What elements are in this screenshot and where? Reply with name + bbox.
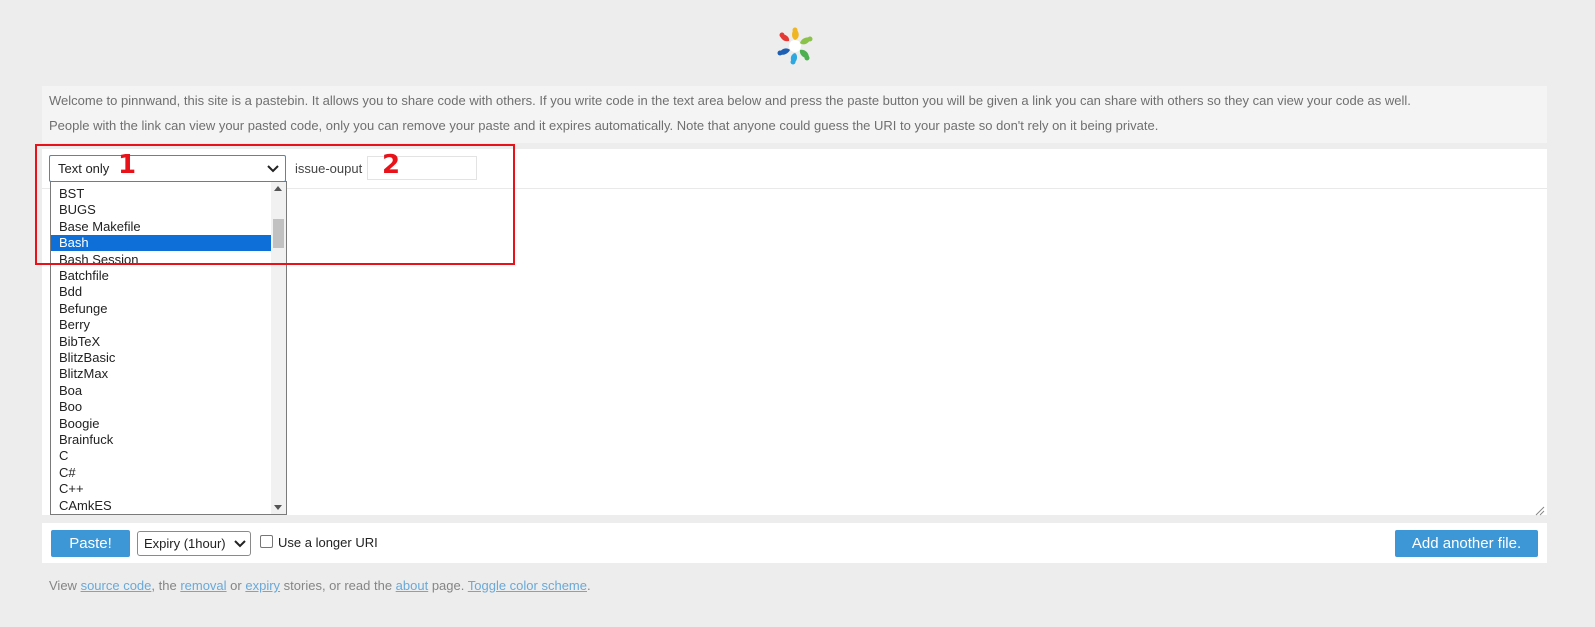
dropdown-option[interactable]: Boa: [51, 383, 271, 399]
language-dropdown-list[interactable]: BST BUGS Base Makefile Bash Bash Session Batc…: [50, 181, 287, 515]
language-select[interactable]: Text only: [49, 155, 286, 182]
longer-uri-checkbox[interactable]: [260, 535, 273, 548]
expiry-select[interactable]: Expiry (1hour): [137, 531, 251, 556]
dropdown-option[interactable]: Boogie: [51, 416, 271, 432]
dropdown-option[interactable]: Boo: [51, 399, 271, 415]
footer-text-segment: stories, or read the: [280, 578, 396, 593]
filename-label: issue-ouput: [295, 161, 363, 176]
actions-bar: Paste! Expiry (1hour) Use a longer URI A…: [42, 523, 1547, 563]
dropdown-option[interactable]: BlitzMax: [51, 366, 271, 382]
scroll-down-icon[interactable]: [274, 505, 282, 510]
intro-panel: Welcome to pinnwand, this site is a past…: [42, 86, 1547, 143]
about-link[interactable]: about: [396, 578, 429, 593]
dropdown-scrollbar[interactable]: [271, 182, 286, 514]
paste-button[interactable]: Paste!: [51, 530, 130, 557]
dropdown-option[interactable]: Bash Session: [51, 252, 271, 268]
language-select-value: Text only: [58, 161, 110, 176]
dropdown-option[interactable]: C++: [51, 481, 271, 497]
dropdown-option[interactable]: BlitzBasic: [51, 350, 271, 366]
footer-text-segment: View: [49, 578, 81, 593]
dropdown-option[interactable]: C#: [51, 465, 271, 481]
dropdown-option[interactable]: BST: [51, 186, 271, 202]
expiry-link[interactable]: expiry: [245, 578, 280, 593]
resize-handle-icon[interactable]: [1535, 503, 1545, 516]
footer-text-segment: , the: [151, 578, 181, 593]
annotation-marker-2: 2: [382, 150, 401, 180]
chevron-down-icon: [233, 534, 247, 552]
dropdown-option[interactable]: BibTeX: [51, 334, 271, 350]
dropdown-option[interactable]: Brainfuck: [51, 432, 271, 448]
scroll-thumb[interactable]: [273, 219, 284, 248]
footer-text-segment: or: [226, 578, 246, 593]
dropdown-option[interactable]: C: [51, 448, 271, 464]
dropdown-option[interactable]: Befunge: [51, 301, 271, 317]
intro-line-2: People with the link can view your paste…: [49, 118, 1159, 133]
dropdown-option[interactable]: Berry: [51, 317, 271, 333]
pinnwand-logo-icon[interactable]: [773, 24, 817, 68]
footer-text-segment: page.: [428, 578, 468, 593]
removal-link[interactable]: removal: [180, 578, 226, 593]
dropdown-option[interactable]: BUGS: [51, 202, 271, 218]
add-another-file-button[interactable]: Add another file.: [1395, 530, 1538, 557]
expiry-select-value: Expiry (1hour): [144, 536, 226, 551]
intro-line-1: Welcome to pinnwand, this site is a past…: [49, 93, 1411, 108]
dropdown-option[interactable]: Bash: [51, 235, 271, 252]
footer-text: View source code, the removal or expiry …: [49, 578, 591, 593]
scroll-up-icon[interactable]: [274, 186, 282, 191]
dropdown-option[interactable]: Batchfile: [51, 268, 271, 284]
chevron-down-icon: [265, 159, 281, 177]
toggle-color-scheme-link[interactable]: Toggle color scheme: [468, 578, 587, 593]
annotation-marker-1: 1: [118, 150, 137, 180]
dropdown-option[interactable]: Bdd: [51, 284, 271, 300]
source-code-link[interactable]: source code: [81, 578, 152, 593]
footer-text-segment: .: [586, 578, 591, 593]
dropdown-option[interactable]: CAmkES: [51, 498, 271, 514]
dropdown-option[interactable]: Base Makefile: [51, 219, 271, 235]
longer-uri-label[interactable]: Use a longer URI: [278, 535, 378, 550]
